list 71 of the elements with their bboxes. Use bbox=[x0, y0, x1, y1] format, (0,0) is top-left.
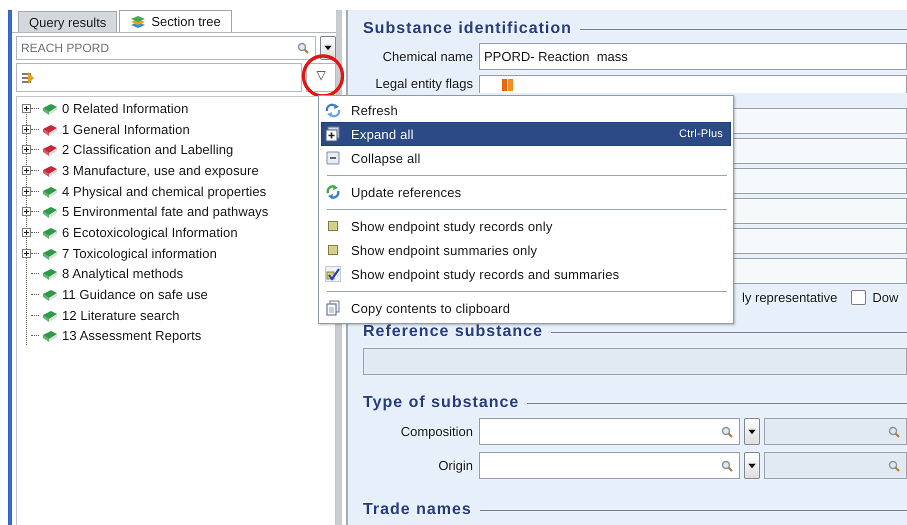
lookup-field[interactable] bbox=[479, 452, 740, 479]
expand-icon[interactable] bbox=[22, 166, 31, 175]
field-label: Chemical name bbox=[382, 49, 473, 64]
expand-icon[interactable] bbox=[22, 228, 31, 237]
search-icon bbox=[297, 42, 309, 54]
tree-item[interactable]: 7 Toxicological information bbox=[62, 246, 217, 261]
tree-item[interactable]: 0 Related Information bbox=[62, 100, 188, 116]
menu-item[interactable]: Copy contents to clipboard bbox=[321, 296, 731, 320]
section-heading: Trade names bbox=[363, 501, 907, 519]
book-icon bbox=[41, 287, 58, 302]
search-icon bbox=[888, 460, 900, 472]
tree-item[interactable]: 1 General Information bbox=[62, 122, 190, 137]
menu-item[interactable]: Show endpoint study records only bbox=[321, 214, 731, 238]
checkbox-label: ly representative bbox=[742, 290, 838, 305]
dropdown-button[interactable] bbox=[744, 452, 760, 479]
lookup-field[interactable] bbox=[764, 452, 907, 479]
flag-icon bbox=[502, 79, 513, 91]
expand-icon[interactable] bbox=[22, 186, 31, 196]
search-field[interactable]: REACH PPORD bbox=[16, 36, 316, 60]
search-icon bbox=[721, 460, 733, 472]
field-label: Composition bbox=[400, 424, 473, 439]
filter-icon bbox=[21, 70, 35, 86]
field-label: Legal entity flags bbox=[374, 76, 473, 91]
checkbox-label: Dow bbox=[872, 290, 898, 305]
section-heading: Substance identification bbox=[363, 20, 907, 38]
menu-item[interactable]: Expand all Ctrl-Plus bbox=[321, 122, 731, 146]
reference-field[interactable] bbox=[363, 348, 907, 375]
tree-item[interactable]: 13 Assessment Reports bbox=[62, 328, 202, 344]
tree-item[interactable]: 8 Analytical methods bbox=[62, 266, 184, 282]
collapse-icon bbox=[325, 150, 341, 166]
book-icon bbox=[41, 142, 58, 158]
expand-icon[interactable] bbox=[22, 207, 31, 216]
expand-icon[interactable] bbox=[22, 145, 31, 154]
expand-icon[interactable] bbox=[22, 124, 31, 134]
menu-item[interactable]: Update references bbox=[321, 180, 731, 204]
tree-item[interactable]: 6 Ecotoxicological Information bbox=[62, 224, 238, 240]
sync-icon bbox=[325, 184, 341, 200]
expand-icon bbox=[325, 126, 341, 142]
section-heading: Type of substance bbox=[363, 394, 907, 412]
book-icon bbox=[41, 328, 58, 344]
field-label: Origin bbox=[437, 458, 473, 473]
filter-field[interactable] bbox=[16, 63, 302, 92]
tree-item[interactable]: 4 Physical and chemical properties bbox=[62, 184, 266, 199]
book-icon bbox=[41, 266, 58, 282]
tab[interactable]: Section tree bbox=[119, 10, 232, 32]
tree-item[interactable]: 5 Environmental fate and pathways bbox=[62, 204, 268, 220]
checkbox[interactable] bbox=[851, 290, 866, 305]
menu-item[interactable]: Show endpoint summaries only bbox=[321, 238, 731, 262]
tree-item[interactable]: 3 Manufacture, use and exposure bbox=[62, 162, 259, 178]
flags-field[interactable] bbox=[479, 75, 907, 93]
lookup-field[interactable] bbox=[764, 418, 907, 445]
menu-button[interactable]: ▽ bbox=[306, 63, 336, 92]
search-icon bbox=[721, 426, 733, 438]
tree-item[interactable]: 11 Guidance on safe use bbox=[62, 287, 208, 302]
stack-icon bbox=[130, 14, 146, 30]
refresh-icon bbox=[325, 102, 341, 118]
section-heading: Reference substance bbox=[363, 323, 907, 341]
lookup-field[interactable] bbox=[479, 418, 740, 445]
menu-item[interactable]: Collapse all bbox=[321, 146, 731, 170]
search-icon bbox=[888, 426, 900, 438]
tab[interactable]: Query results bbox=[18, 11, 118, 32]
menu-item[interactable]: Show endpoint study records and summaries bbox=[321, 262, 731, 286]
book-icon bbox=[41, 204, 58, 220]
text-field[interactable]: PPORD- Reaction mass bbox=[479, 43, 907, 70]
copy-icon bbox=[325, 300, 341, 316]
expand-icon[interactable] bbox=[22, 248, 31, 258]
dropdown-button[interactable] bbox=[744, 418, 760, 445]
menu-item[interactable]: Refresh bbox=[321, 98, 731, 122]
tree-item[interactable]: 2 Classification and Labelling bbox=[62, 142, 234, 158]
tree-item[interactable]: 12 Literature search bbox=[62, 308, 180, 323]
expand-icon[interactable] bbox=[22, 104, 31, 113]
